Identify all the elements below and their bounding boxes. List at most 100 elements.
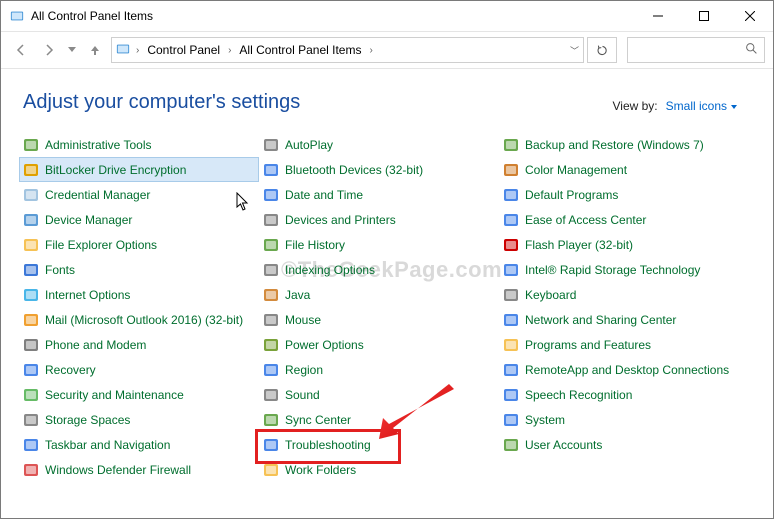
item-label: Keyboard xyxy=(525,288,576,302)
chevron-right-icon[interactable]: › xyxy=(226,45,233,56)
item-label: RemoteApp and Desktop Connections xyxy=(525,363,729,377)
control-panel-item[interactable]: File Explorer Options xyxy=(19,232,259,257)
control-panel-item[interactable]: System xyxy=(499,407,739,432)
region-icon xyxy=(263,362,279,378)
java-icon xyxy=(263,287,279,303)
control-panel-item[interactable]: Sound xyxy=(259,382,499,407)
defaults-icon xyxy=(503,187,519,203)
autoplay-icon xyxy=(263,137,279,153)
control-panel-item[interactable]: Keyboard xyxy=(499,282,739,307)
control-panel-item[interactable]: User Accounts xyxy=(499,432,739,457)
address-history-button[interactable]: ﹀ xyxy=(568,44,581,57)
maximize-button[interactable] xyxy=(681,1,727,31)
item-label: Ease of Access Center xyxy=(525,213,646,227)
item-label: Flash Player (32-bit) xyxy=(525,238,633,252)
item-label: Sync Center xyxy=(285,413,351,427)
device-mgr-icon xyxy=(23,212,39,228)
keyboard-icon xyxy=(503,287,519,303)
control-panel-item[interactable]: Mouse xyxy=(259,307,499,332)
control-panel-item[interactable]: Devices and Printers xyxy=(259,207,499,232)
chevron-right-icon[interactable]: › xyxy=(367,45,374,56)
window-frame: All Control Panel Items › Control Panel … xyxy=(0,0,774,519)
item-label: Intel® Rapid Storage Technology xyxy=(525,263,700,277)
breadcrumb-root[interactable]: Control Panel xyxy=(145,43,222,57)
control-panel-item[interactable]: Taskbar and Navigation xyxy=(19,432,259,457)
recent-locations-button[interactable] xyxy=(65,38,79,62)
address-bar[interactable]: › Control Panel › All Control Panel Item… xyxy=(111,37,584,63)
control-panel-item[interactable]: Speech Recognition xyxy=(499,382,739,407)
control-panel-item[interactable]: Administrative Tools xyxy=(19,132,259,157)
up-button[interactable] xyxy=(83,38,107,62)
content-header: Adjust your computer's settings View by:… xyxy=(1,69,773,124)
view-by-label: View by: xyxy=(613,99,658,113)
sync-icon xyxy=(263,412,279,428)
item-label: Mail (Microsoft Outlook 2016) (32-bit) xyxy=(45,313,243,327)
item-label: File Explorer Options xyxy=(45,238,157,252)
item-label: Work Folders xyxy=(285,463,356,477)
item-label: Bluetooth Devices (32-bit) xyxy=(285,163,423,177)
control-panel-item[interactable]: Work Folders xyxy=(259,457,499,482)
datetime-icon xyxy=(263,187,279,203)
control-panel-item[interactable]: Bluetooth Devices (32-bit) xyxy=(259,157,499,182)
flash-icon xyxy=(503,237,519,253)
control-panel-item[interactable]: Sync Center xyxy=(259,407,499,432)
item-label: Phone and Modem xyxy=(45,338,146,352)
control-panel-item[interactable]: Flash Player (32-bit) xyxy=(499,232,739,257)
chevron-right-icon[interactable]: › xyxy=(134,45,141,56)
control-panel-item[interactable]: Java xyxy=(259,282,499,307)
control-panel-item[interactable]: Fonts xyxy=(19,257,259,282)
power-icon xyxy=(263,337,279,353)
control-panel-item[interactable]: Windows Defender Firewall xyxy=(19,457,259,482)
intel-icon xyxy=(503,262,519,278)
control-panel-item[interactable]: RemoteApp and Desktop Connections xyxy=(499,357,739,382)
minimize-button[interactable] xyxy=(635,1,681,31)
remoteapp-icon xyxy=(503,362,519,378)
control-panel-item[interactable]: BitLocker Drive Encryption xyxy=(19,157,259,182)
control-panel-item[interactable]: Network and Sharing Center xyxy=(499,307,739,332)
control-panel-item[interactable]: Indexing Options xyxy=(259,257,499,282)
control-panel-item[interactable]: Region xyxy=(259,357,499,382)
backup-icon xyxy=(503,137,519,153)
control-panel-item[interactable]: Mail (Microsoft Outlook 2016) (32-bit) xyxy=(19,307,259,332)
back-button[interactable] xyxy=(9,38,33,62)
control-panel-item[interactable]: Phone and Modem xyxy=(19,332,259,357)
control-panel-item[interactable]: Security and Maintenance xyxy=(19,382,259,407)
item-label: Indexing Options xyxy=(285,263,375,277)
control-panel-item[interactable]: Device Manager xyxy=(19,207,259,232)
control-panel-item[interactable]: Color Management xyxy=(499,157,739,182)
control-panel-item[interactable]: Credential Manager xyxy=(19,182,259,207)
item-label: Windows Defender Firewall xyxy=(45,463,191,477)
folder-opts-icon xyxy=(23,237,39,253)
control-panel-item[interactable]: Default Programs xyxy=(499,182,739,207)
refresh-button[interactable] xyxy=(587,37,617,63)
item-label: File History xyxy=(285,238,345,252)
item-label: Internet Options xyxy=(45,288,130,302)
control-panel-item[interactable]: Intel® Rapid Storage Technology xyxy=(499,257,739,282)
control-panel-item[interactable]: Date and Time xyxy=(259,182,499,207)
taskbar-icon xyxy=(23,437,39,453)
item-label: Administrative Tools xyxy=(45,138,152,152)
search-icon xyxy=(745,42,758,58)
control-panel-item[interactable]: File History xyxy=(259,232,499,257)
control-panel-item[interactable]: Backup and Restore (Windows 7) xyxy=(499,132,739,157)
control-panel-item[interactable]: Troubleshooting xyxy=(259,432,499,457)
view-by-dropdown[interactable]: Small icons xyxy=(666,99,737,113)
control-panel-item[interactable]: Ease of Access Center xyxy=(499,207,739,232)
item-label: Fonts xyxy=(45,263,75,277)
security-icon xyxy=(23,387,39,403)
titlebar: All Control Panel Items xyxy=(1,1,773,32)
mouse-icon xyxy=(263,312,279,328)
forward-button[interactable] xyxy=(37,38,61,62)
search-input[interactable] xyxy=(627,37,765,63)
control-panel-item[interactable]: Recovery xyxy=(19,357,259,382)
control-panel-item[interactable]: Internet Options xyxy=(19,282,259,307)
control-panel-item[interactable]: Programs and Features xyxy=(499,332,739,357)
breadcrumb-current[interactable]: All Control Panel Items xyxy=(237,43,363,57)
item-label: BitLocker Drive Encryption xyxy=(45,163,186,177)
control-panel-item[interactable]: Power Options xyxy=(259,332,499,357)
control-panel-item[interactable]: AutoPlay xyxy=(259,132,499,157)
ease-icon xyxy=(503,212,519,228)
control-panel-item[interactable]: Storage Spaces xyxy=(19,407,259,432)
close-button[interactable] xyxy=(727,1,773,31)
item-label: Network and Sharing Center xyxy=(525,313,676,327)
